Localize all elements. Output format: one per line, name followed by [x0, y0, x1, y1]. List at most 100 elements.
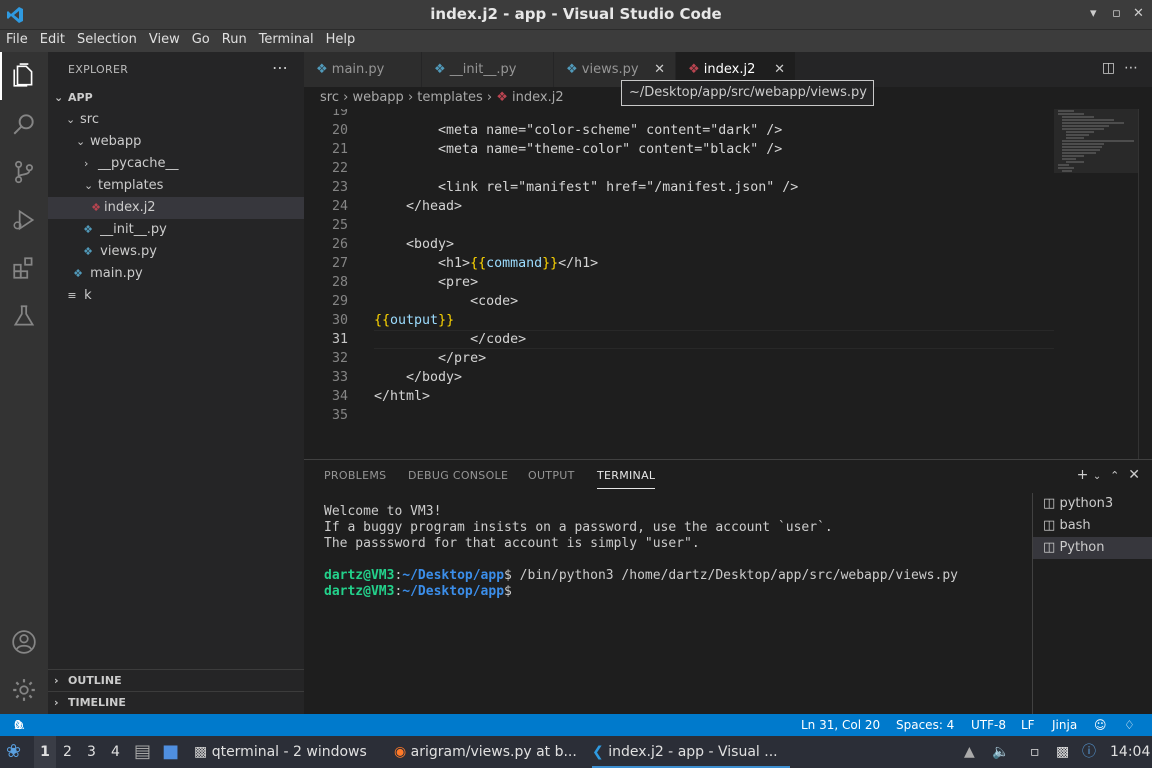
- close-window-icon[interactable]: ✕: [1133, 6, 1144, 21]
- split-editor-icon[interactable]: ◫: [1102, 60, 1115, 76]
- tree-item-k[interactable]: ≡ k: [48, 285, 304, 307]
- breadcrumb-webapp[interactable]: webapp: [352, 90, 403, 105]
- tab-debug-console[interactable]: DEBUG CONSOLE: [408, 469, 508, 482]
- editor-scrollbar[interactable]: [1138, 109, 1152, 459]
- tree-item-src[interactable]: ⌄ src: [48, 109, 304, 131]
- indentation[interactable]: Spaces: 4: [896, 714, 954, 736]
- tab-main-py[interactable]: ❖ main.py: [304, 52, 422, 87]
- taskbar-qterminal[interactable]: ▩ qterminal - 2 windows: [194, 736, 389, 768]
- more-actions-icon[interactable]: ⋯: [1124, 60, 1138, 76]
- minimap[interactable]: [1054, 109, 1138, 459]
- workspace-1[interactable]: 1: [34, 736, 56, 768]
- taskbar-firefox[interactable]: ◉ arigram/views.py at b...: [394, 736, 589, 768]
- terminal-item-python3[interactable]: ◫ python3: [1033, 493, 1152, 515]
- testing-flask-icon[interactable]: [0, 292, 48, 340]
- close-panel-icon[interactable]: ✕: [1128, 467, 1140, 483]
- workspace-2[interactable]: 2: [63, 736, 72, 768]
- outline-section[interactable]: › OUTLINE: [48, 669, 304, 691]
- cursor-position[interactable]: Ln 31, Col 20: [801, 714, 880, 736]
- run-debug-icon[interactable]: [0, 196, 48, 244]
- search-icon[interactable]: [0, 100, 48, 148]
- code-line: <pre>: [374, 275, 479, 290]
- terminal-output[interactable]: Welcome to VM3! If a buggy program insist…: [324, 504, 958, 600]
- menu-help[interactable]: Help: [320, 30, 362, 47]
- tree-item-init-py[interactable]: ❖ __init__.py: [48, 219, 304, 241]
- terminal-item-python[interactable]: ◫ Python: [1033, 537, 1152, 559]
- tab-terminal[interactable]: TERMINAL: [597, 469, 656, 489]
- tree-item-main-py[interactable]: ❖ main.py: [48, 263, 304, 285]
- explorer-icon[interactable]: [0, 52, 48, 100]
- update-notifier-icon[interactable]: ⓘ: [1082, 736, 1096, 768]
- code-line: <body>: [374, 237, 455, 252]
- line-number: 22: [331, 161, 348, 176]
- code-line: <link rel="manifest" href="/manifest.jso…: [374, 180, 799, 195]
- tree-item-pycache[interactable]: › __pycache__: [48, 153, 304, 175]
- code-editor[interactable]: 19 20 21 22 23 24 25 26 27 28 29 30 31 32 33 34 35 <meta…: [304, 109, 1152, 459]
- python-file-icon: ❖: [434, 62, 446, 77]
- extensions-icon[interactable]: [0, 244, 48, 292]
- line-number: 30: [331, 313, 348, 328]
- network-icon[interactable]: ▩: [1056, 736, 1069, 768]
- minimize-icon[interactable]: ▾: [1090, 6, 1097, 21]
- menu-view[interactable]: View: [143, 30, 186, 47]
- terminal-shell-icon: ◫: [1043, 518, 1056, 533]
- more-actions-icon[interactable]: ⋯: [272, 58, 288, 77]
- volume-icon[interactable]: 🔈: [992, 736, 1009, 768]
- taskbar-vscode[interactable]: ❮ index.j2 - app - Visual ...: [592, 736, 790, 768]
- tree-item-webapp[interactable]: ⌄ webapp: [48, 131, 304, 153]
- menu-run[interactable]: Run: [216, 30, 253, 47]
- chevron-down-icon[interactable]: ⌄: [1093, 471, 1101, 482]
- line-number: 26: [331, 237, 348, 252]
- source-control-icon[interactable]: [0, 148, 48, 196]
- account-icon[interactable]: [0, 618, 48, 666]
- menu-terminal[interactable]: Terminal: [253, 30, 320, 47]
- feedback-icon[interactable]: ☺: [1094, 714, 1107, 736]
- tree-item-views-py[interactable]: ❖ views.py: [48, 241, 304, 263]
- start-menu-icon[interactable]: ❀: [6, 736, 21, 768]
- code-line: </html>: [374, 389, 431, 404]
- tree-root-app[interactable]: ⌄ APP: [48, 87, 304, 109]
- terminal-item-bash[interactable]: ◫ bash: [1033, 515, 1152, 537]
- breadcrumb-index-j2[interactable]: index.j2: [512, 90, 564, 105]
- new-terminal-icon[interactable]: +: [1077, 467, 1089, 483]
- timeline-label: TIMELINE: [68, 696, 126, 709]
- workspace-4[interactable]: 4: [111, 736, 120, 768]
- os-taskbar: ❀ 1 2 3 4 ▤ ■ ▩ qterminal - 2 windows ◉ …: [0, 736, 1152, 768]
- tree-item-label: __pycache__: [98, 156, 179, 171]
- end-of-line[interactable]: LF: [1021, 714, 1035, 736]
- tab-output[interactable]: OUTPUT: [528, 469, 575, 482]
- tab-label: __init__.py: [449, 62, 517, 77]
- workspace-3[interactable]: 3: [87, 736, 96, 768]
- activity-bar: [0, 52, 48, 714]
- menu-edit[interactable]: Edit: [34, 30, 71, 47]
- file-manager-icon[interactable]: ▤: [134, 736, 151, 768]
- menu-file[interactable]: File: [0, 30, 34, 47]
- maximize-icon[interactable]: ▫: [1112, 6, 1121, 21]
- menu-go[interactable]: Go: [186, 30, 216, 47]
- notifications-bell-icon[interactable]: ♢: [1124, 714, 1135, 736]
- tab-problems[interactable]: PROBLEMS: [324, 469, 386, 482]
- code-line: </head>: [374, 199, 463, 214]
- breadcrumb-src[interactable]: src: [320, 90, 339, 105]
- settings-gear-icon[interactable]: [0, 666, 48, 714]
- language-mode[interactable]: Jinja: [1052, 714, 1077, 736]
- breadcrumb-templates[interactable]: templates: [417, 90, 482, 105]
- line-number: 33: [331, 370, 348, 385]
- jinja-brace: {{: [374, 313, 391, 328]
- code-line: </code>: [374, 332, 527, 347]
- tab-init-py[interactable]: ❖ __init__.py: [422, 52, 554, 87]
- tray-upload-icon[interactable]: ▲: [964, 736, 975, 768]
- maximize-panel-icon[interactable]: ⌃: [1110, 469, 1119, 482]
- python-file-icon: ❖: [316, 62, 328, 77]
- tree-item-index-j2[interactable]: ❖ index.j2: [48, 197, 304, 219]
- timeline-section[interactable]: › TIMELINE: [48, 691, 304, 713]
- show-desktop-icon[interactable]: ■: [162, 736, 179, 768]
- tree-item-label: views.py: [100, 244, 157, 259]
- firefox-icon: ◉: [394, 744, 407, 760]
- menu-selection[interactable]: Selection: [71, 30, 143, 47]
- line-number: 23: [331, 180, 348, 195]
- tree-item-templates[interactable]: ⌄ templates: [48, 175, 304, 197]
- chevron-down-icon: ⌄: [76, 135, 86, 148]
- clipboard-icon[interactable]: ▫: [1030, 736, 1040, 768]
- encoding[interactable]: UTF-8: [971, 714, 1006, 736]
